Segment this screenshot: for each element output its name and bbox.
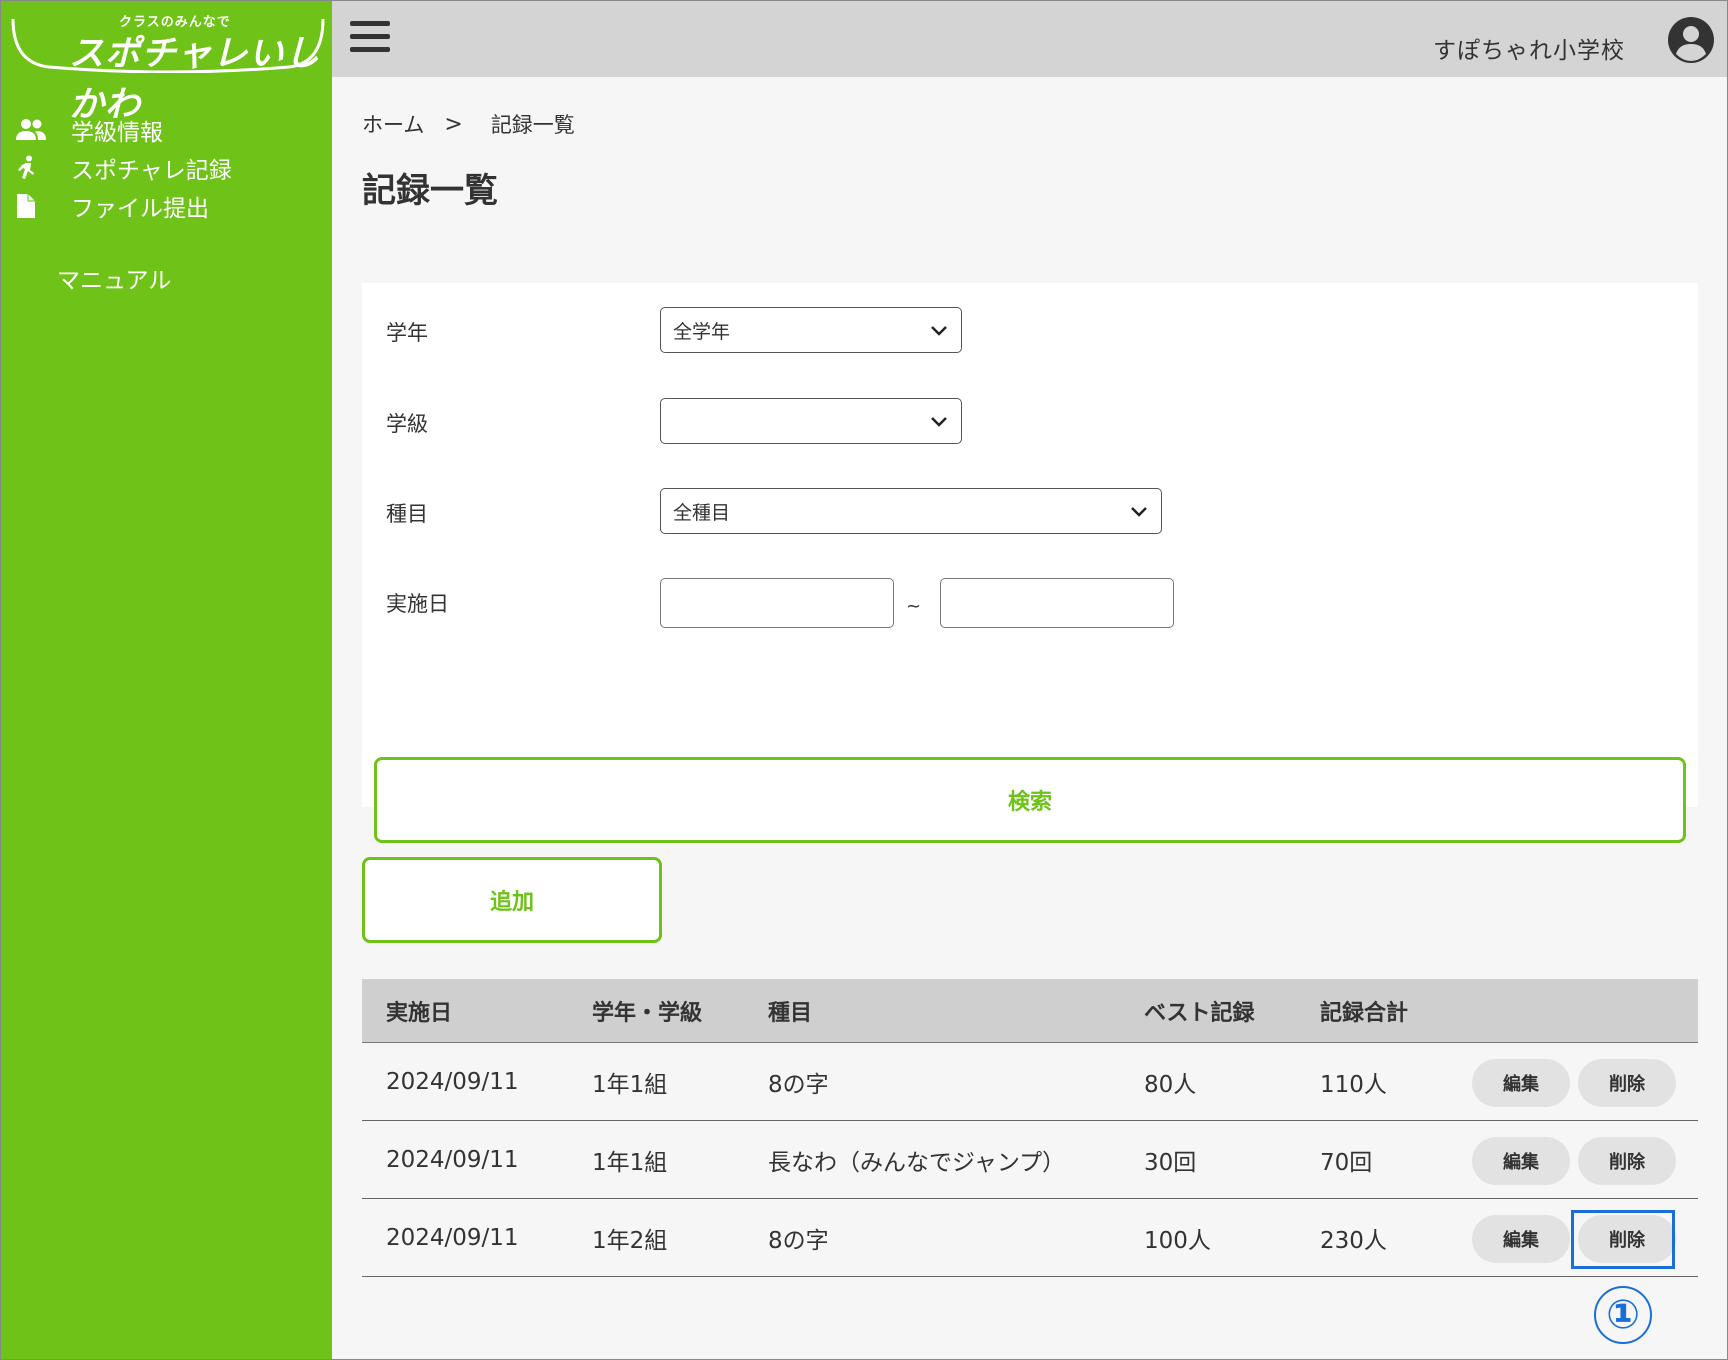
cell-date: 2024/09/11 (386, 1068, 519, 1095)
breadcrumb-home[interactable]: ホーム (362, 109, 424, 139)
sidebar-item-file-submit[interactable]: ファイル提出 (1, 187, 332, 225)
cell-best: 30回 (1144, 1149, 1197, 1176)
class-select[interactable] (660, 398, 962, 444)
add-button[interactable]: 追加 (362, 857, 662, 943)
table-row: 2024/09/11 1年1組 長なわ（みんなでジャンプ） 30回 70回 編集… (362, 1121, 1698, 1199)
event-select-value: 全種目 (673, 501, 731, 524)
delete-button[interactable]: 削除 (1578, 1059, 1676, 1107)
column-header-date: 実施日 (386, 1000, 453, 1026)
hamburger-icon[interactable] (350, 21, 390, 57)
cell-event: 8の字 (768, 1071, 829, 1098)
event-label: 種目 (386, 502, 428, 526)
annotation-highlight-box (1571, 1210, 1675, 1269)
cell-total: 110人 (1320, 1071, 1387, 1098)
class-label: 学級 (386, 412, 428, 436)
column-header-best: ベスト記録 (1144, 1000, 1255, 1026)
date-from-input[interactable] (660, 578, 894, 628)
runner-icon (15, 154, 49, 182)
cell-total: 230人 (1320, 1227, 1387, 1254)
edit-button[interactable]: 編集 (1472, 1059, 1570, 1107)
cell-best: 100人 (1144, 1227, 1211, 1254)
sidebar: クラスのみんなで スポチャレいしかわ 学級情報 スポチャレ記録 ファイル提出 マ… (1, 1, 332, 1359)
search-button[interactable]: 検索 (374, 757, 1686, 843)
sidebar-item-label: ファイル提出 (71, 196, 209, 222)
date-label: 実施日 (386, 592, 449, 616)
cell-date: 2024/09/11 (386, 1146, 519, 1173)
search-panel: 学年 全学年 学級 種目 全種目 実施日 ~ 検索 (362, 283, 1698, 843)
app-frame: クラスのみんなで スポチャレいしかわ 学級情報 スポチャレ記録 ファイル提出 マ… (0, 0, 1728, 1360)
cell-event: 8の字 (768, 1227, 829, 1254)
delete-button[interactable]: 削除 (1578, 1137, 1676, 1185)
grade-select[interactable]: 全学年 (660, 307, 962, 353)
breadcrumb-current: 記録一覧 (490, 113, 575, 137)
records-table: 実施日 学年・学級 種目 ベスト記録 記録合計 2024/09/11 1年1組 … (362, 979, 1698, 1277)
column-header-class: 学年・学級 (592, 1000, 703, 1026)
grade-label: 学年 (386, 321, 428, 345)
chevron-down-icon (1131, 507, 1147, 517)
column-header-event: 種目 (768, 1000, 813, 1026)
sidebar-item-label: マニュアル (57, 268, 172, 294)
grade-select-value: 全学年 (673, 320, 731, 343)
event-select[interactable]: 全種目 (660, 488, 1162, 534)
sidebar-item-class-info[interactable]: 学級情報 (1, 111, 332, 149)
cell-event: 長なわ（みんなでジャンプ） (768, 1149, 1066, 1176)
breadcrumb: ホーム > 記録一覧 (362, 109, 575, 139)
edit-button[interactable]: 編集 (1472, 1215, 1570, 1263)
chevron-right-icon: > (444, 111, 463, 137)
chevron-down-icon (931, 417, 947, 427)
sidebar-nav: 学級情報 スポチャレ記録 ファイル提出 マニュアル (1, 111, 332, 297)
users-icon (15, 116, 49, 144)
table-row: 2024/09/11 1年2組 8の字 100人 230人 編集 削除 (362, 1199, 1698, 1277)
edit-button[interactable]: 編集 (1472, 1137, 1570, 1185)
top-header: すぽちゃれ小学校 (332, 1, 1727, 77)
file-icon (15, 192, 49, 220)
date-to-input[interactable] (940, 578, 1174, 628)
sidebar-item-records[interactable]: スポチャレ記録 (1, 149, 332, 187)
date-range-separator: ~ (906, 596, 922, 617)
column-header-total: 記録合計 (1320, 1000, 1409, 1026)
app-logo[interactable]: クラスのみんなで スポチャレいしかわ (9, 5, 327, 125)
annotation-step-marker: ① (1594, 1286, 1652, 1344)
table-header: 実施日 学年・学級 種目 ベスト記録 記録合計 (362, 979, 1698, 1043)
chevron-down-icon (931, 326, 947, 336)
sidebar-item-label: 学級情報 (71, 120, 163, 146)
cell-class: 1年1組 (592, 1071, 668, 1098)
cell-best: 80人 (1144, 1071, 1197, 1098)
sidebar-item-manual[interactable]: マニュアル (1, 259, 332, 297)
cell-class: 1年1組 (592, 1149, 668, 1176)
cell-class: 1年2組 (592, 1227, 668, 1254)
cell-total: 70回 (1320, 1149, 1373, 1176)
cell-date: 2024/09/11 (386, 1224, 519, 1251)
table-row: 2024/09/11 1年1組 8の字 80人 110人 編集 削除 (362, 1043, 1698, 1121)
user-circle-icon[interactable] (1667, 16, 1715, 64)
school-name: すぽちゃれ小学校 (1433, 38, 1625, 64)
sidebar-item-label: スポチャレ記録 (71, 158, 232, 184)
page-title: 記録一覧 (362, 171, 498, 211)
main-content: ホーム > 記録一覧 記録一覧 学年 全学年 学級 種目 全種目 実施日 ~ 検… (332, 77, 1727, 1359)
